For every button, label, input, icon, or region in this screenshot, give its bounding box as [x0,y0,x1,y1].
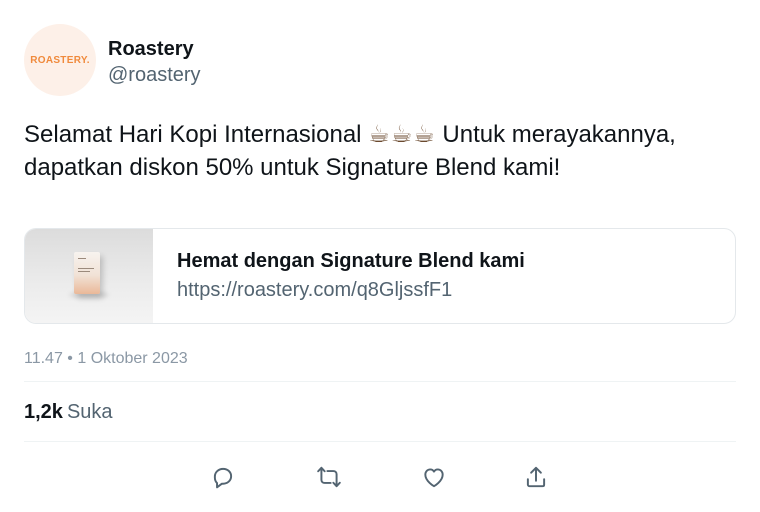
retweet-button[interactable] [312,460,346,494]
display-name[interactable]: Roastery [108,37,201,61]
likes-label: Suka [66,401,113,423]
like-button[interactable] [417,460,451,494]
link-preview-card[interactable]: Hemat dengan Signature Blend kami https:… [24,228,736,324]
action-bar [0,460,760,494]
card-thumbnail [25,229,153,323]
share-button[interactable] [519,460,553,494]
card-title[interactable]: Hemat dengan Signature Blend kami [177,248,525,274]
tweet-timestamp[interactable]: 11.47 • 1 Oktober 2023 [24,348,188,370]
coffee-emoji: ☕☕☕ [368,121,436,148]
likes-row[interactable]: 1,2k Suka [24,399,113,425]
tweet-post: ROASTERY. Roastery @roastery Selamat Har… [0,0,760,512]
card-body: Hemat dengan Signature Blend kami https:… [153,229,525,323]
coffee-bag-image [74,252,100,294]
user-handle[interactable]: @roastery [108,62,201,88]
author-names: Roastery @roastery [108,37,201,88]
avatar[interactable]: ROASTERY. [24,24,96,96]
retweet-icon [317,466,341,488]
likes-count: 1,2k [24,401,63,423]
divider [24,441,736,442]
avatar-logo-text: ROASTERY. [30,54,90,66]
reply-icon [213,467,233,489]
share-icon [526,466,546,488]
reply-button[interactable] [206,460,240,494]
card-url[interactable]: https://roastery.com/q8GljssfF1 [177,277,525,303]
tweet-text: Selamat Hari Kopi Internasional ☕☕☕ Untu… [24,118,736,184]
tweet-header: ROASTERY. Roastery @roastery [24,24,201,96]
like-icon [424,468,444,488]
tweet-text-start: Selamat Hari Kopi Internasional [24,121,369,148]
divider [24,381,736,382]
